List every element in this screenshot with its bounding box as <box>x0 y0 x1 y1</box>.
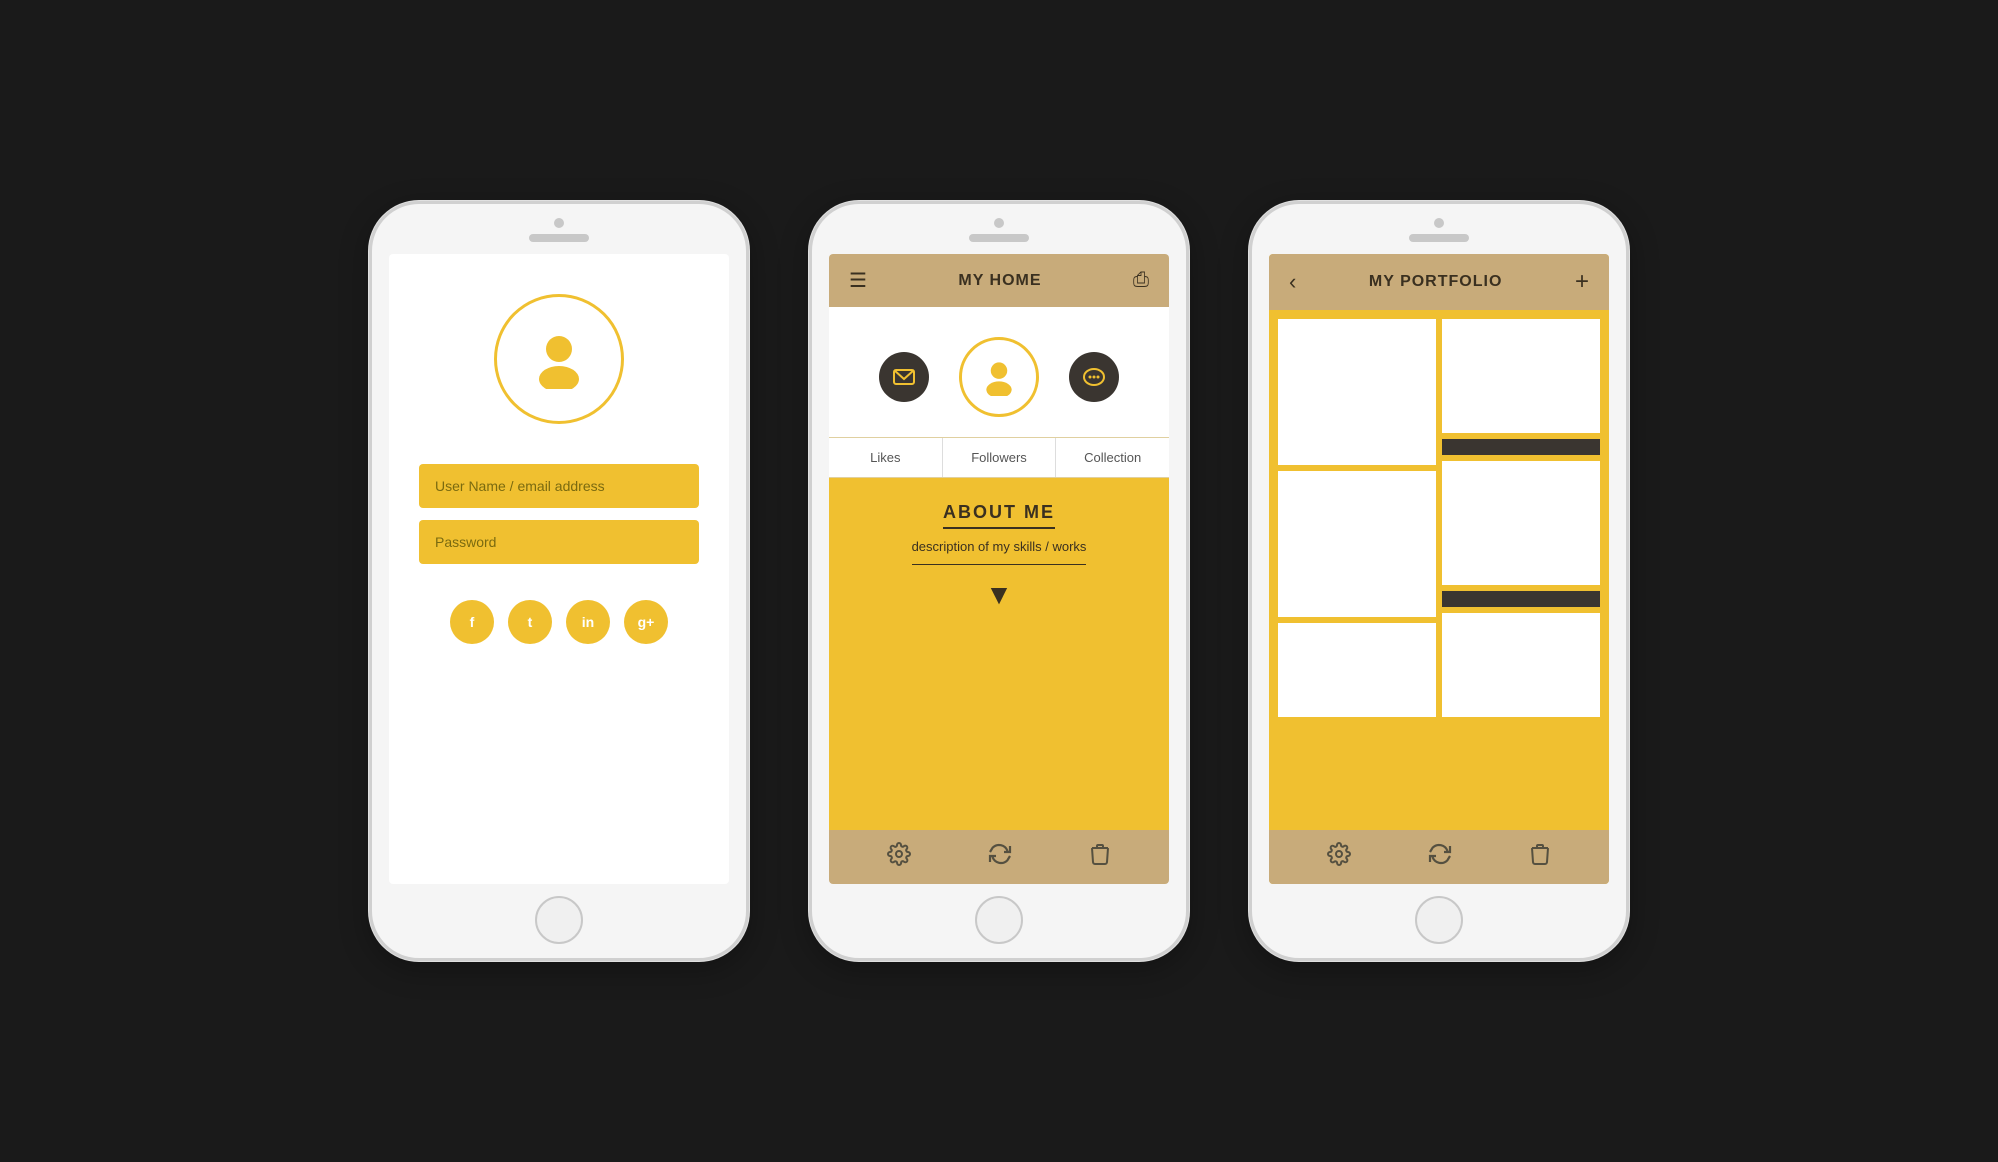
camera-1 <box>554 218 564 228</box>
trash-icon-3[interactable] <box>1529 842 1551 872</box>
phone-top-2 <box>812 204 1186 242</box>
home-button-3[interactable] <box>1415 896 1463 944</box>
settings-icon-2[interactable] <box>887 842 911 872</box>
portfolio-cell-4 <box>1278 471 1436 617</box>
googleplus-button[interactable]: g+ <box>624 600 668 644</box>
about-me-section: ABOUT ME description of my skills / work… <box>829 478 1169 830</box>
phone-bottom-3 <box>1252 896 1626 958</box>
message-button[interactable] <box>879 352 929 402</box>
portfolio-cell-5 <box>1442 471 1600 585</box>
home-button-2[interactable] <box>975 896 1023 944</box>
chat-button[interactable] <box>1069 352 1119 402</box>
portfolio-cell-7 <box>1278 623 1436 717</box>
myhome-header: ☰ MY HOME ⎙ <box>829 254 1169 307</box>
social-icons-row: f t in g+ <box>450 600 668 644</box>
username-input[interactable] <box>419 464 699 508</box>
home-button-1[interactable] <box>535 896 583 944</box>
tab-followers[interactable]: Followers <box>943 438 1057 477</box>
camera-2 <box>994 218 1004 228</box>
linkedin-button[interactable]: in <box>566 600 610 644</box>
portfolio-cell-1 <box>1278 319 1436 465</box>
portfolio-header: ‹ MY PORTFOLIO + <box>1269 254 1609 310</box>
phone-portfolio: ‹ MY PORTFOLIO + <box>1249 201 1629 961</box>
down-arrow-icon: ▼ <box>985 579 1013 611</box>
envelope-icon <box>893 369 915 385</box>
refresh-icon-2[interactable] <box>987 842 1013 872</box>
camera-3 <box>1434 218 1444 228</box>
about-me-description: description of my skills / works <box>912 539 1087 565</box>
portfolio-label-2 <box>1442 591 1600 607</box>
speaker-2 <box>969 234 1029 242</box>
avatar-icon <box>529 329 589 389</box>
edit-icon[interactable]: ⎙ <box>1133 269 1149 292</box>
portfolio-cell-2 <box>1442 319 1600 433</box>
profile-avatar[interactable] <box>959 337 1039 417</box>
portfolio-cell-6 <box>1442 613 1600 623</box>
phone-login: f t in g+ <box>369 201 749 961</box>
refresh-icon-3[interactable] <box>1427 842 1453 872</box>
tab-likes[interactable]: Likes <box>829 438 943 477</box>
phone-top-1 <box>372 204 746 242</box>
myhome-screen: ☰ MY HOME ⎙ <box>829 254 1169 884</box>
twitter-button[interactable]: t <box>508 600 552 644</box>
portfolio-cell-8 <box>1442 623 1600 717</box>
settings-icon-3[interactable] <box>1327 842 1351 872</box>
profile-row <box>879 337 1119 417</box>
avatar-circle <box>494 294 624 424</box>
add-icon[interactable]: + <box>1575 268 1589 296</box>
speaker-1 <box>529 234 589 242</box>
phones-container: f t in g+ ☰ MY HOME ⎙ <box>329 161 1669 1001</box>
facebook-button[interactable]: f <box>450 600 494 644</box>
speaker-3 <box>1409 234 1469 242</box>
portfolio-toolbar <box>1269 830 1609 884</box>
tabs-row: Likes Followers Collection <box>829 437 1169 478</box>
login-screen: f t in g+ <box>389 254 729 884</box>
back-icon[interactable]: ‹ <box>1289 269 1296 295</box>
portfolio-cell-3 <box>1442 461 1600 471</box>
portfolio-title: MY PORTFOLIO <box>1369 273 1502 291</box>
myhome-toolbar <box>829 830 1169 884</box>
portfolio-label-1 <box>1442 439 1600 455</box>
chat-icon <box>1083 367 1105 387</box>
about-me-title: ABOUT ME <box>943 502 1055 529</box>
portfolio-screen: ‹ MY PORTFOLIO + <box>1269 254 1609 884</box>
phone-top-3 <box>1252 204 1626 242</box>
myhome-title: MY HOME <box>958 272 1041 290</box>
tab-collection[interactable]: Collection <box>1056 438 1169 477</box>
profile-area <box>829 307 1169 437</box>
trash-icon-2[interactable] <box>1089 842 1111 872</box>
password-input[interactable] <box>419 520 699 564</box>
phone-myhome: ☰ MY HOME ⎙ <box>809 201 1189 961</box>
hamburger-icon[interactable]: ☰ <box>849 268 867 293</box>
phone-bottom-2 <box>812 896 1186 958</box>
phone-bottom-1 <box>372 896 746 958</box>
profile-avatar-icon <box>980 358 1018 396</box>
